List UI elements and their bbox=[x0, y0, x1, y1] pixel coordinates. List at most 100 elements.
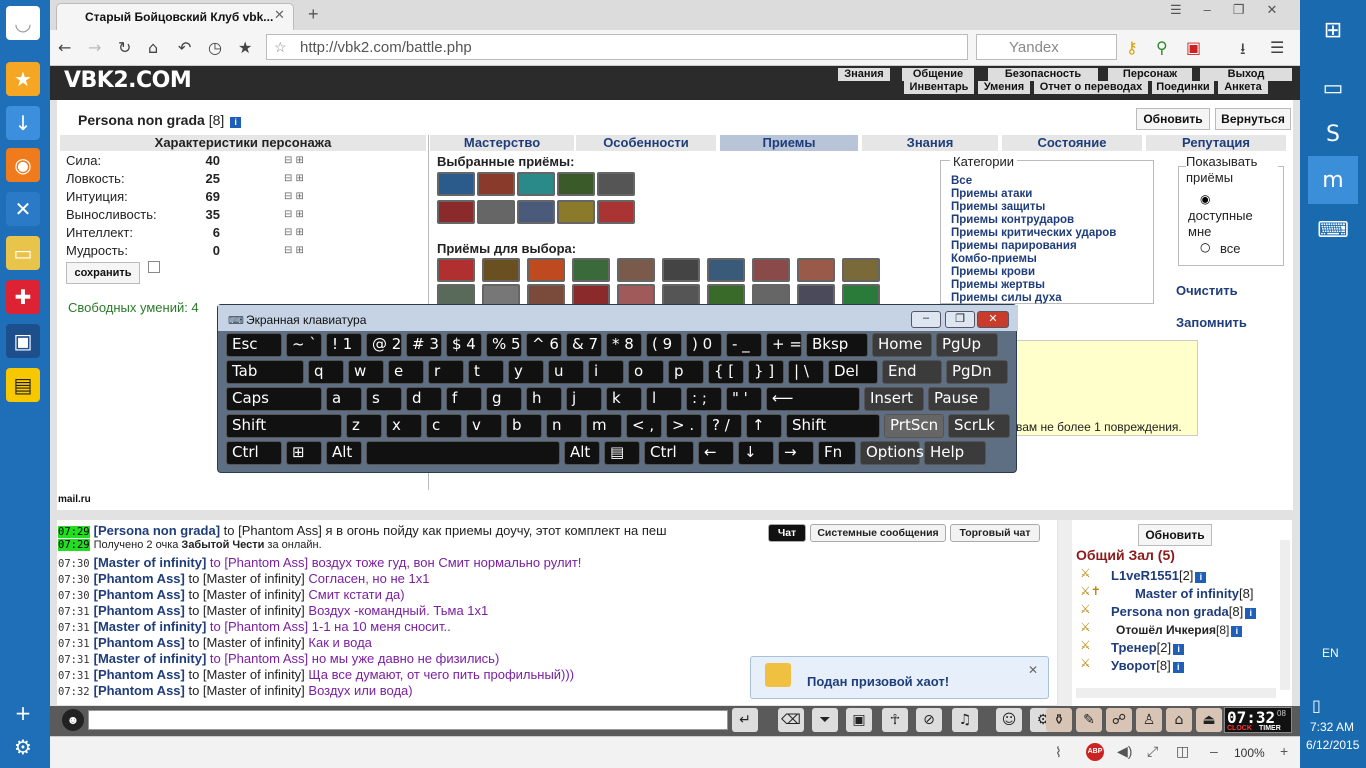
close-tab-icon[interactable]: ✕ bbox=[274, 7, 285, 23]
key[interactable]: Caps bbox=[226, 387, 322, 411]
key[interactable]: PrtScn bbox=[884, 414, 944, 438]
slash-icon[interactable]: ⊘ bbox=[916, 708, 942, 732]
tab-reputaciya[interactable]: Репутация bbox=[1146, 135, 1286, 151]
chat-recipient[interactable]: to [Phantom Ass] bbox=[206, 555, 312, 570]
skill-icon[interactable] bbox=[617, 258, 655, 282]
key[interactable]: y bbox=[508, 360, 544, 384]
key[interactable]: ^ 6 bbox=[526, 333, 562, 357]
plus-minus-icon[interactable]: ⊟ ⊞ bbox=[284, 191, 304, 202]
note-icon[interactable]: ▭ bbox=[6, 236, 40, 270]
battery-icon[interactable]: ▯ bbox=[1312, 696, 1321, 715]
online-scrollbar[interactable] bbox=[1280, 540, 1290, 690]
category-link[interactable]: Приемы критических ударов bbox=[951, 227, 1116, 239]
key[interactable] bbox=[366, 441, 560, 465]
volume-icon[interactable]: ◀) bbox=[1117, 743, 1132, 760]
people-icon[interactable]: ☍ bbox=[1106, 708, 1132, 732]
close-button[interactable]: ✕ bbox=[977, 311, 1009, 328]
key[interactable]: z bbox=[346, 414, 382, 438]
skill-icon[interactable] bbox=[597, 172, 635, 196]
key[interactable]: PgUp bbox=[936, 333, 998, 357]
key[interactable]: i bbox=[588, 360, 624, 384]
skill-icon[interactable] bbox=[437, 258, 475, 282]
forward-icon[interactable]: → bbox=[88, 38, 101, 57]
chat-sender[interactable]: [Master of infinity] bbox=[94, 555, 207, 570]
key[interactable]: Pause bbox=[928, 387, 990, 411]
key[interactable]: } ] bbox=[748, 360, 784, 384]
skill-icon[interactable] bbox=[557, 200, 595, 224]
site-logo[interactable]: VBK2.COM bbox=[64, 68, 192, 93]
key[interactable]: n bbox=[546, 414, 582, 438]
bookmark-icon[interactable]: ★ bbox=[238, 38, 252, 57]
back-button[interactable]: Вернуться bbox=[1215, 108, 1291, 130]
key[interactable]: & 7 bbox=[566, 333, 602, 357]
split-icon[interactable]: ◫ bbox=[1176, 743, 1189, 760]
chat-recipient[interactable]: to [Phantom Ass] bbox=[220, 523, 326, 538]
chat-time[interactable]: 07:31 bbox=[58, 638, 90, 650]
key[interactable]: - _ bbox=[726, 333, 762, 357]
chat-recipient[interactable]: to [Master of infinity] bbox=[185, 603, 309, 618]
key[interactable]: v bbox=[466, 414, 502, 438]
chat-time[interactable]: 07:30 bbox=[58, 558, 90, 570]
key[interactable]: ← bbox=[698, 441, 734, 465]
tab-sostoyanie[interactable]: Состояние bbox=[1002, 135, 1142, 151]
menu-personazh[interactable]: Персонаж bbox=[1108, 68, 1192, 81]
skill-icon[interactable] bbox=[597, 200, 635, 224]
remember-link[interactable]: Запомнить bbox=[1176, 315, 1247, 330]
skill-icon[interactable] bbox=[842, 258, 880, 282]
menu-otchet[interactable]: Отчет о переводах bbox=[1034, 81, 1148, 94]
key[interactable]: : ; bbox=[686, 387, 722, 411]
new-tab-button[interactable]: + bbox=[308, 4, 319, 25]
chat-time[interactable]: 07:31 bbox=[58, 622, 90, 634]
key[interactable]: Bksp bbox=[806, 333, 868, 357]
skill-icon[interactable] bbox=[707, 258, 745, 282]
key[interactable]: ⊞ bbox=[286, 441, 322, 465]
key[interactable]: b bbox=[506, 414, 542, 438]
plus-minus-icon[interactable]: ⊟ ⊞ bbox=[284, 173, 304, 184]
key[interactable]: e bbox=[388, 360, 424, 384]
key[interactable]: ▤ bbox=[604, 441, 640, 465]
market-icon[interactable]: ▣ bbox=[6, 324, 40, 358]
clear-link[interactable]: Очистить bbox=[1176, 283, 1238, 298]
chat-sender[interactable]: [Phantom Ass] bbox=[94, 587, 185, 602]
tab-chat[interactable]: Чат bbox=[768, 524, 806, 542]
key[interactable]: o bbox=[628, 360, 664, 384]
settings-icon[interactable]: ⚙ bbox=[6, 734, 40, 760]
save-chat-icon[interactable]: ▣ bbox=[846, 708, 872, 732]
skype-icon[interactable]: S bbox=[1308, 110, 1358, 158]
key[interactable]: ( 9 bbox=[646, 333, 682, 357]
chat-sender[interactable]: [Phantom Ass] bbox=[94, 635, 185, 650]
add-icon[interactable]: + bbox=[6, 700, 40, 726]
key[interactable]: m bbox=[586, 414, 622, 438]
radio-available[interactable]: ◉ bbox=[1200, 192, 1210, 206]
category-link[interactable]: Комбо-приемы bbox=[951, 253, 1037, 265]
menu-bezopasnost[interactable]: Безопасность bbox=[988, 68, 1098, 81]
skill-icon[interactable] bbox=[557, 172, 595, 196]
chat-recipient[interactable]: to [Master of infinity] bbox=[185, 635, 309, 650]
key[interactable]: g bbox=[486, 387, 522, 411]
start-icon[interactable]: ⊞ bbox=[1308, 6, 1358, 54]
menu-obshchenie[interactable]: Общение bbox=[902, 68, 974, 81]
scroll-icon[interactable]: ✎ bbox=[1076, 708, 1102, 732]
category-link[interactable]: Приемы защиты bbox=[951, 201, 1045, 213]
maximize-button[interactable]: ❐ bbox=[945, 311, 975, 328]
fullscreen-icon[interactable]: ⤢ bbox=[1147, 743, 1158, 760]
key[interactable]: Ctrl bbox=[226, 441, 282, 465]
chat-time[interactable]: 07:32 bbox=[58, 686, 90, 698]
chat-recipient[interactable]: to [Master of infinity] bbox=[185, 683, 309, 698]
category-link[interactable]: Приемы контрударов bbox=[951, 214, 1074, 226]
osk-titlebar[interactable]: Экранная клавиатура bbox=[218, 305, 1018, 331]
key[interactable]: $ 4 bbox=[446, 333, 482, 357]
sack-icon[interactable]: ⚱ bbox=[1046, 708, 1072, 732]
key[interactable]: c bbox=[426, 414, 462, 438]
save-checkbox[interactable] bbox=[148, 261, 160, 273]
key[interactable]: j bbox=[566, 387, 602, 411]
key[interactable]: f bbox=[446, 387, 482, 411]
chat-sender[interactable]: [Phantom Ass] bbox=[94, 603, 185, 618]
key[interactable]: @ 2 bbox=[366, 333, 402, 357]
key[interactable]: " ' bbox=[726, 387, 762, 411]
menu-znaniya[interactable]: Знания bbox=[838, 68, 890, 81]
chat-recipient[interactable]: to [Master of infinity] bbox=[185, 667, 309, 682]
menu-inventar[interactable]: Инвентарь bbox=[904, 81, 974, 94]
rss-icon[interactable]: ◉ bbox=[6, 148, 40, 182]
skill-icon[interactable] bbox=[477, 200, 515, 224]
